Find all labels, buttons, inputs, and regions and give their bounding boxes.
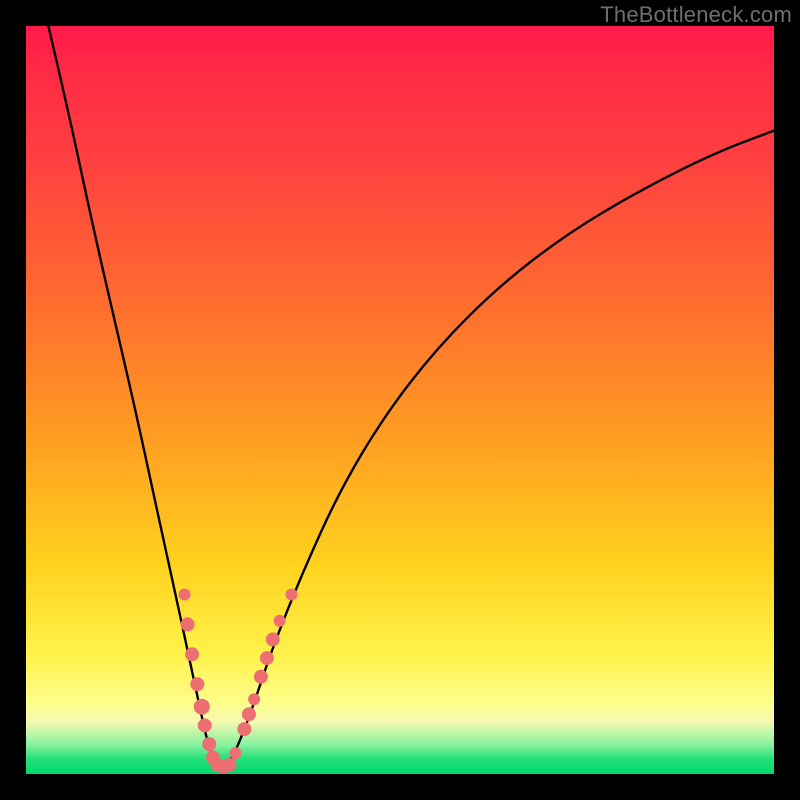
data-marker <box>274 615 286 627</box>
data-marker <box>198 718 212 732</box>
data-marker <box>237 722 251 736</box>
chart-svg <box>26 26 774 774</box>
data-marker <box>223 758 237 772</box>
data-marker <box>179 589 191 601</box>
outer-frame: TheBottleneck.com <box>0 0 800 800</box>
data-marker <box>202 737 216 751</box>
watermark-text: TheBottleneck.com <box>600 2 792 28</box>
data-marker <box>286 589 298 601</box>
data-marker <box>229 747 241 759</box>
data-marker <box>248 693 260 705</box>
data-marker <box>185 647 199 661</box>
data-marker <box>266 632 280 646</box>
data-marker <box>181 617 195 631</box>
data-marker <box>242 707 256 721</box>
data-marker <box>190 677 204 691</box>
bottleneck-curve <box>48 26 774 767</box>
plot-area <box>26 26 774 774</box>
data-marker <box>254 670 268 684</box>
data-marker <box>260 651 274 665</box>
data-marker <box>194 699 210 715</box>
